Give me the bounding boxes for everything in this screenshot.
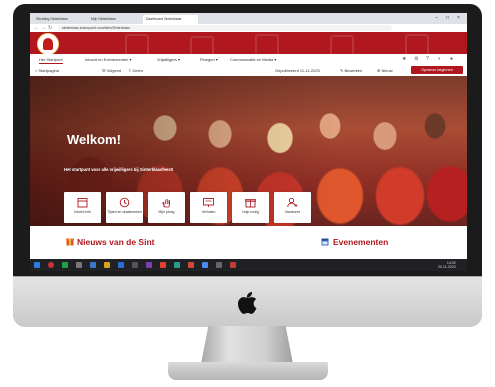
quicklink-hulp[interactable]: Hulp nodig <box>232 192 269 223</box>
app-icon[interactable] <box>62 262 68 268</box>
nav-item-communicatie[interactable]: Communicatie en Media ▾ <box>230 56 276 63</box>
published-status: Gepubliceerd 11-11-2023 <box>275 68 320 73</box>
header-decoration <box>125 34 149 54</box>
back-arrow-icon[interactable]: ← <box>34 25 39 31</box>
restart-button[interactable]: Opnieuw beginnen <box>411 66 463 74</box>
quicklink-label: Vacatures <box>284 210 301 214</box>
help-icon[interactable]: ? <box>426 56 429 63</box>
events-section-title[interactable]: Evenementen <box>333 237 388 247</box>
start-icon[interactable] <box>34 262 40 268</box>
nav-item-startpunt[interactable]: Het Startpunt <box>39 56 63 64</box>
nav-item-intocht[interactable]: Intocht en Evenementen ▾ <box>85 56 131 63</box>
app-icon[interactable] <box>216 262 222 268</box>
quicklink-label: Tijden en draaiboeken <box>107 210 142 214</box>
nav-item-ploegen[interactable]: Ploegen ▾ <box>200 56 218 63</box>
minimize-button[interactable]: – <box>435 15 438 21</box>
theme-icon[interactable]: ◐ <box>438 56 441 63</box>
app-icon[interactable] <box>188 262 194 268</box>
refresh-icon[interactable]: ↻ <box>48 25 52 31</box>
app-icon[interactable] <box>118 262 124 268</box>
app-icon[interactable] <box>76 262 82 268</box>
browser-tab[interactable]: Mijn Sinterklaas <box>88 15 143 24</box>
hero-title: Welkom! <box>67 132 121 147</box>
app-icon[interactable] <box>230 262 236 268</box>
monitor-stand-base <box>168 362 328 380</box>
presentation-icon <box>203 198 214 207</box>
quicklink-label: Mijn ploeg <box>158 210 175 214</box>
profile-icon[interactable]: ● <box>450 56 453 63</box>
address-bar[interactable]: sinterklaas.sharepoint.com/sites/Sinterk… <box>58 25 392 31</box>
news-section-title[interactable]: Nieuws van de Sint <box>77 237 154 247</box>
gift-icon <box>245 199 256 208</box>
clock-icon <box>119 197 130 208</box>
header-decoration <box>255 34 279 54</box>
quicklink-tijden[interactable]: Tijden en draaiboeken <box>106 192 143 223</box>
favorite-icon[interactable]: ★ <box>402 56 406 63</box>
edit-button[interactable]: ✎ Bewerken <box>340 67 362 74</box>
hero-subtitle: Het startpunt voor alle vrijwilligers bi… <box>64 167 174 172</box>
new-button[interactable]: ⊕ Nieuw <box>377 67 393 74</box>
quicklink-label: Verhalen <box>201 210 216 214</box>
quicklink-intocht[interactable]: Intocht info <box>64 192 101 223</box>
browser-tab-active[interactable]: Dashboard Sinterklaas <box>143 15 198 24</box>
app-icon[interactable] <box>146 262 152 268</box>
app-icon[interactable] <box>202 262 208 268</box>
header-decoration <box>405 34 429 54</box>
app-icon[interactable] <box>160 262 166 268</box>
close-button[interactable]: × <box>457 15 460 21</box>
hero-banner: Welkom! Het startpunt voor alle vrijwill… <box>30 76 467 226</box>
settings-icon[interactable]: ⚙ <box>414 56 418 63</box>
os-taskbar: 14:32 20-11-2023 <box>30 259 467 271</box>
screen: Stichting Sinterklaas Mijn Sinterklaas D… <box>30 13 467 271</box>
quicklink-label: Hulp nodig <box>242 210 259 214</box>
follow-button[interactable]: ☰ Volgend <box>102 67 121 74</box>
app-icon[interactable] <box>48 262 54 268</box>
app-icon[interactable] <box>132 262 138 268</box>
hand-icon <box>162 199 170 208</box>
site-header <box>30 32 467 54</box>
header-decoration <box>190 36 214 54</box>
clock[interactable]: 14:32 20-11-2023 <box>438 261 456 269</box>
quicklink-vacatures[interactable]: Vacatures <box>274 192 311 223</box>
calendar-icon <box>77 198 88 208</box>
calendar-icon <box>321 238 329 246</box>
site-logo[interactable] <box>37 33 59 54</box>
monitor-stand-neck <box>201 326 293 364</box>
folder-icon[interactable] <box>104 262 110 268</box>
maximize-button[interactable]: □ <box>446 15 449 21</box>
browser-tab[interactable]: Stichting Sinterklaas <box>33 15 88 24</box>
quicklink-ploeg[interactable]: Mijn ploeg <box>148 192 185 223</box>
home-link[interactable]: ⌂ Startpagina <box>35 67 59 74</box>
quicklink-label: Intocht info <box>73 210 92 214</box>
app-icon[interactable] <box>90 262 96 268</box>
gift-icon <box>66 238 74 246</box>
header-decoration <box>330 35 354 54</box>
app-icon[interactable] <box>174 262 180 268</box>
person-add-icon <box>287 197 298 208</box>
quicklink-verhalen[interactable]: Verhalen <box>190 192 227 223</box>
nav-item-vrijwilligers[interactable]: Vrijwilligers ▾ <box>157 56 180 63</box>
browser-tab-bar: Stichting Sinterklaas Mijn Sinterklaas D… <box>30 13 467 24</box>
forward-arrow-icon[interactable]: → <box>41 25 46 31</box>
share-button[interactable]: ⇪ Delen <box>128 67 143 74</box>
apple-logo <box>238 292 257 314</box>
content-sections: Nieuws van de Sint Evenementen <box>30 226 467 259</box>
clock-date: 20-11-2023 <box>438 265 456 269</box>
